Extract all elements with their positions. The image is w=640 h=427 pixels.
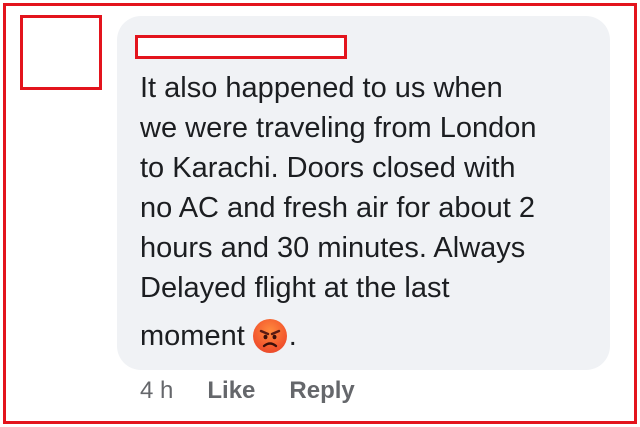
like-button[interactable]: Like: [207, 377, 255, 405]
angry-face-icon: [252, 319, 287, 353]
comment-line: It also happened to us when: [140, 72, 503, 104]
comment-line: to Karachi. Doors closed with: [140, 152, 516, 184]
comment-last-line: moment .: [140, 314, 297, 358]
comment-timestamp[interactable]: 4 h: [140, 377, 173, 405]
comment-line: we were traveling from London: [140, 112, 537, 144]
avatar-redacted[interactable]: [20, 15, 102, 90]
reply-button[interactable]: Reply: [289, 377, 354, 405]
commenter-name-redacted[interactable]: [135, 35, 347, 59]
comment-line: hours and 30 minutes. Always: [140, 232, 526, 264]
comment-last-word: moment: [140, 320, 245, 352]
comment-end-punctuation: .: [288, 320, 297, 352]
comment-body: It also happened to us when we were trav…: [140, 68, 600, 308]
comment-line: no AC and fresh air for about 2: [140, 192, 535, 224]
comment-line: Delayed flight at the last: [140, 272, 450, 304]
comment-actions: 4 h Like Reply: [140, 376, 389, 406]
